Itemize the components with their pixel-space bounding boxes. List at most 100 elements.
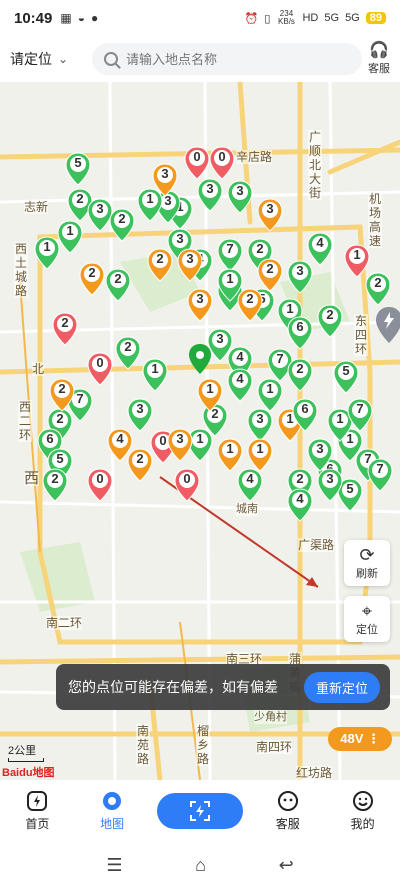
road-label: 少角村 [254,710,287,724]
station-pin[interactable]: 0 [87,468,113,502]
station-pin-count: 0 [193,149,201,164]
station-pin[interactable]: 3 [127,398,153,432]
road-label: 北 [32,362,45,376]
station-pin-count: 4 [236,371,244,386]
menu-icon[interactable]: ☰ [106,855,122,876]
road-label: 辛店路 [236,150,273,164]
toast-message: 您的点位可能存在偏差，如有偏差 [68,679,278,695]
station-pin[interactable]: 7 [367,458,393,492]
nav-map[interactable]: 地图 [82,790,142,832]
back-icon[interactable]: ↩ [279,855,294,876]
home-system-icon[interactable]: ⌂ [195,855,206,876]
station-pin[interactable]: 5 [65,152,91,186]
station-pin[interactable]: 2 [287,358,313,392]
station-pin[interactable]: 2 [109,208,135,242]
station-pin[interactable]: 4 [227,368,253,402]
scan-charge-button[interactable] [156,793,243,829]
station-pin[interactable]: 3 [317,468,343,502]
station-pin[interactable]: 2 [115,336,141,370]
station-pin[interactable]: 2 [257,258,283,292]
status-time: 10:49 [14,9,53,27]
station-pin[interactable]: 6 [292,398,318,432]
station-pin[interactable]: 0 [174,468,200,502]
station-pin[interactable]: 4 [237,468,263,502]
location-toast: 您的点位可能存在偏差，如有偏差 重新定位 [56,664,390,710]
station-pin[interactable]: 2 [79,262,105,296]
station-pin-count: 3 [296,263,304,278]
voltage-selector[interactable]: 48V ⋮ [328,727,392,751]
service-face-icon [277,790,299,812]
signal-1: 5G [324,12,340,24]
station-pin[interactable]: 2 [127,448,153,482]
station-pin-count: 3 [186,251,194,266]
station-pin[interactable]: 3 [187,288,213,322]
road-label: 红坊路 [296,766,333,780]
station-pin-count: 5 [56,451,64,466]
station-pin[interactable]: 2 [147,248,173,282]
search-input[interactable] [126,51,346,67]
station-pin[interactable]: 3 [167,428,193,462]
station-pin[interactable]: 1 [217,438,243,472]
battery-badge: 89 [365,12,386,24]
road-label: 西土城路 [14,242,28,298]
station-pin[interactable]: 4 [287,488,313,522]
refresh-button[interactable]: ⟳ 刷新 [344,540,390,586]
station-pin[interactable]: 3 [197,178,223,212]
station-pin[interactable]: 6 [287,316,313,350]
road-label: 南四环 [256,740,293,754]
signal-2: 5G [345,12,360,24]
station-pin-count: 3 [316,441,324,456]
nav-home[interactable]: 首页 [7,790,67,832]
station-pin-count: 2 [266,261,274,276]
nav-mine[interactable]: 我的 [333,790,393,832]
net-speed: 234 KB/s [278,9,295,26]
location-select[interactable]: 请定位 ⌄ [10,49,92,69]
header-service-button[interactable]: 🎧 客服 [368,42,390,76]
station-pin[interactable]: 2 [105,268,131,302]
road-label: 榴乡路 [196,724,210,766]
station-pin[interactable]: 0 [87,352,113,386]
search-box[interactable] [92,43,362,75]
locate-button[interactable]: ⌖ 定位 [344,596,390,642]
station-pin-count: 4 [296,491,304,506]
station-pin-count: 2 [296,471,304,486]
station-pin-count: 4 [246,471,254,486]
station-pin[interactable]: 3 [152,163,178,197]
station-pin[interactable]: 2 [365,272,391,306]
station-pin-count: 4 [236,349,244,364]
station-pin-count: 4 [316,235,324,250]
station-pin[interactable]: 3 [287,260,313,294]
station-pin-count: 2 [374,275,382,290]
station-pin[interactable]: 2 [49,378,75,412]
station-pin[interactable]: 2 [52,312,78,346]
map-view[interactable]: 辛店路 广顺北大街 机场高速 西土城路 志新 北 西二环 西 东四环 广渠路 南… [0,82,400,780]
station-pin[interactable]: 7 [217,238,243,272]
station-pin[interactable]: 5 [333,360,359,394]
chevron-down-icon: ⌄ [58,52,69,66]
station-pin[interactable]: 3 [257,198,283,232]
nav-map-label: 地图 [100,817,125,831]
nav-service[interactable]: 客服 [258,790,318,832]
station-pin[interactable]: 1 [257,378,283,412]
station-pin[interactable]: 1 [197,378,223,412]
station-pin-count: 2 [156,251,164,266]
station-pin[interactable]: 0 [209,146,235,180]
station-pin[interactable]: 2 [42,468,68,502]
relocate-button[interactable]: 重新定位 [303,671,380,703]
station-pin-count: 2 [256,241,264,256]
station-pin[interactable]: 2 [317,304,343,338]
station-pin-count: 7 [356,401,364,416]
station-pin[interactable]: 1 [247,438,273,472]
station-pin[interactable]: 3 [227,180,253,214]
station-pin[interactable]: 1 [57,220,83,254]
station-pin[interactable]: 3 [307,438,333,472]
nav-service-label: 客服 [275,817,300,831]
service-label: 客服 [368,63,390,75]
station-pin[interactable]: 1 [142,358,168,392]
map-scale: 2公里 [8,742,44,762]
station-pin[interactable]: 3 [177,248,203,282]
station-pin[interactable]: 7 [347,398,373,432]
station-pin[interactable]: 0 [184,146,210,180]
station-pin[interactable]: 1 [217,268,243,302]
station-pin[interactable]: 3 [247,408,273,442]
